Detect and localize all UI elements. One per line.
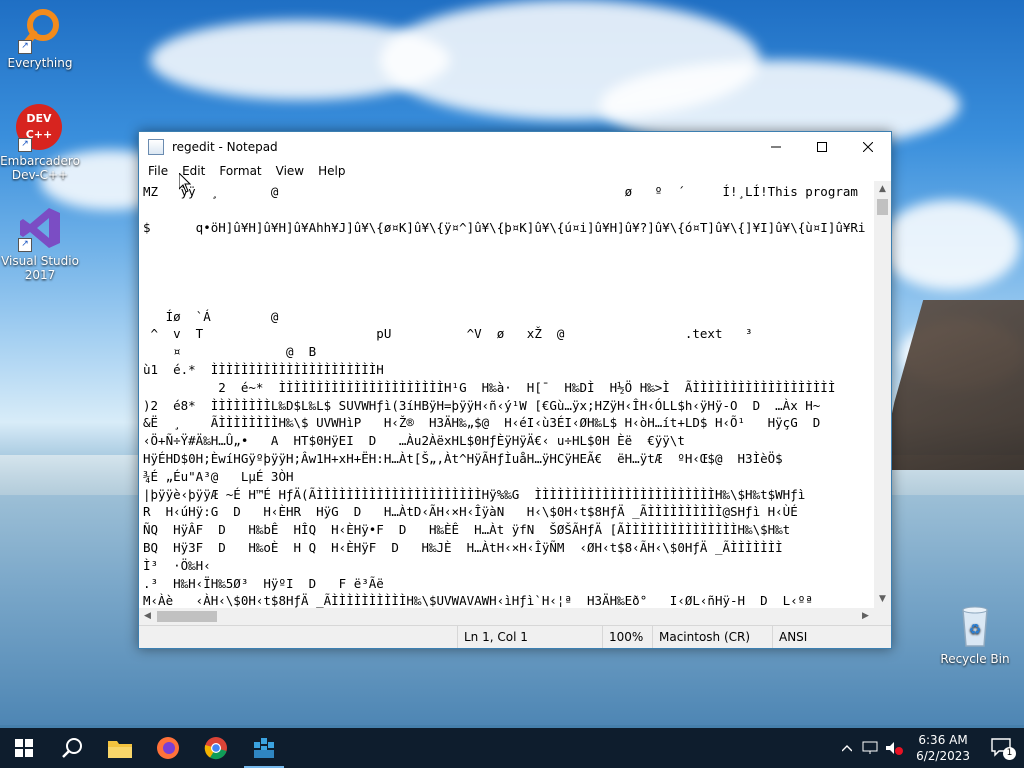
scroll-right-icon[interactable]: ▶ [857, 608, 874, 625]
notepad-icon [148, 138, 164, 155]
scroll-down-icon[interactable]: ▼ [874, 591, 891, 608]
notification-badge: 1 [1003, 747, 1016, 760]
magnifier-icon: ↗ [16, 6, 64, 54]
menu-file[interactable]: File [141, 162, 175, 180]
clock-time: 6:36 AM [918, 733, 968, 747]
menu-bar: File Edit Format View Help [139, 161, 891, 181]
clock-date: 6/2/2023 [916, 749, 970, 763]
taskbar-regedit[interactable] [240, 728, 288, 768]
notepad-window[interactable]: regedit - Notepad File Edit Format View … [138, 131, 892, 649]
desktop-icon-recycle-bin[interactable]: ♻ Recycle Bin [935, 602, 1015, 666]
windows-icon [15, 739, 33, 757]
window-title: regedit - Notepad [172, 139, 278, 154]
system-tray: 6:36 AM 6/2/2023 1 [836, 728, 1024, 768]
horizontal-scrollbar[interactable]: ◀ ▶ [139, 608, 874, 625]
horizontal-scroll-thumb[interactable] [157, 611, 217, 622]
scroll-up-icon[interactable]: ▲ [874, 181, 891, 198]
chevron-up-icon [842, 745, 853, 752]
status-zoom: 100% [602, 626, 652, 648]
status-line-ending: Macintosh (CR) [652, 626, 772, 648]
clock[interactable]: 6:36 AM 6/2/2023 [906, 732, 980, 764]
desktop-icon-visual-studio[interactable]: ↗ Visual Studio 2017 [0, 204, 80, 282]
vertical-scrollbar[interactable]: ▲ ▼ [874, 181, 891, 608]
status-bar: Ln 1, Col 1 100% Macintosh (CR) ANSI [139, 625, 891, 648]
minimize-icon [771, 146, 781, 147]
close-icon [863, 141, 873, 152]
status-position: Ln 1, Col 1 [457, 626, 602, 648]
search-icon [62, 738, 82, 758]
devcpp-icon: DEV C++ ↗ [16, 104, 64, 152]
editor-content[interactable]: MZ ÿÿ ¸ @ ø º ´ Í!¸LÍ!This program $ q•ö… [139, 181, 874, 608]
maximize-button[interactable] [799, 132, 845, 161]
network-icon [862, 741, 878, 754]
taskbar: 6:36 AM 6/2/2023 1 [0, 728, 1024, 768]
start-button[interactable] [0, 728, 48, 768]
shortcut-arrow-icon: ↗ [18, 40, 32, 54]
svg-text:♻: ♻ [969, 622, 982, 638]
text-editor[interactable]: MZ ÿÿ ¸ @ ø º ´ Í!¸LÍ!This program $ q•ö… [139, 181, 874, 608]
firefox-icon [157, 737, 179, 759]
visual-studio-icon: ↗ [16, 204, 64, 252]
taskbar-file-explorer[interactable] [96, 728, 144, 768]
title-bar[interactable]: regedit - Notepad [139, 132, 891, 161]
recycle-bin-icon: ♻ [951, 602, 999, 650]
close-button[interactable] [845, 132, 891, 161]
maximize-icon [817, 141, 827, 152]
menu-view[interactable]: View [269, 162, 311, 180]
regedit-icon [254, 738, 274, 758]
desktop-icon-label: Visual Studio 2017 [1, 254, 79, 282]
minimize-button[interactable] [753, 132, 799, 161]
shortcut-arrow-icon: ↗ [18, 138, 32, 152]
menu-format[interactable]: Format [212, 162, 268, 180]
desktop-icon-devcpp[interactable]: DEV C++ ↗ Embarcadero Dev-C++ [0, 104, 80, 182]
network-button[interactable] [858, 728, 882, 768]
scrollbar-corner [874, 608, 891, 625]
mouse-cursor-icon [179, 173, 191, 193]
taskbar-chrome[interactable] [192, 728, 240, 768]
folder-icon [108, 741, 132, 758]
show-hidden-icons-button[interactable] [836, 728, 858, 768]
volume-button[interactable] [882, 728, 906, 768]
menu-help[interactable]: Help [311, 162, 352, 180]
chrome-icon [204, 737, 227, 760]
shortcut-arrow-icon: ↗ [18, 238, 32, 252]
search-button[interactable] [48, 728, 96, 768]
scroll-left-icon[interactable]: ◀ [139, 608, 156, 625]
vertical-scroll-thumb[interactable] [877, 199, 888, 215]
desktop-icon-label: Embarcadero Dev-C++ [0, 154, 80, 182]
status-encoding: ANSI [772, 626, 890, 648]
taskbar-firefox[interactable] [144, 728, 192, 768]
action-center-button[interactable]: 1 [980, 728, 1024, 768]
desktop-icon-label: Recycle Bin [940, 652, 1010, 666]
desktop-icon-everything[interactable]: ↗ Everything [0, 6, 80, 70]
desktop-icon-label: Everything [7, 56, 73, 70]
volume-muted-icon [886, 742, 904, 755]
